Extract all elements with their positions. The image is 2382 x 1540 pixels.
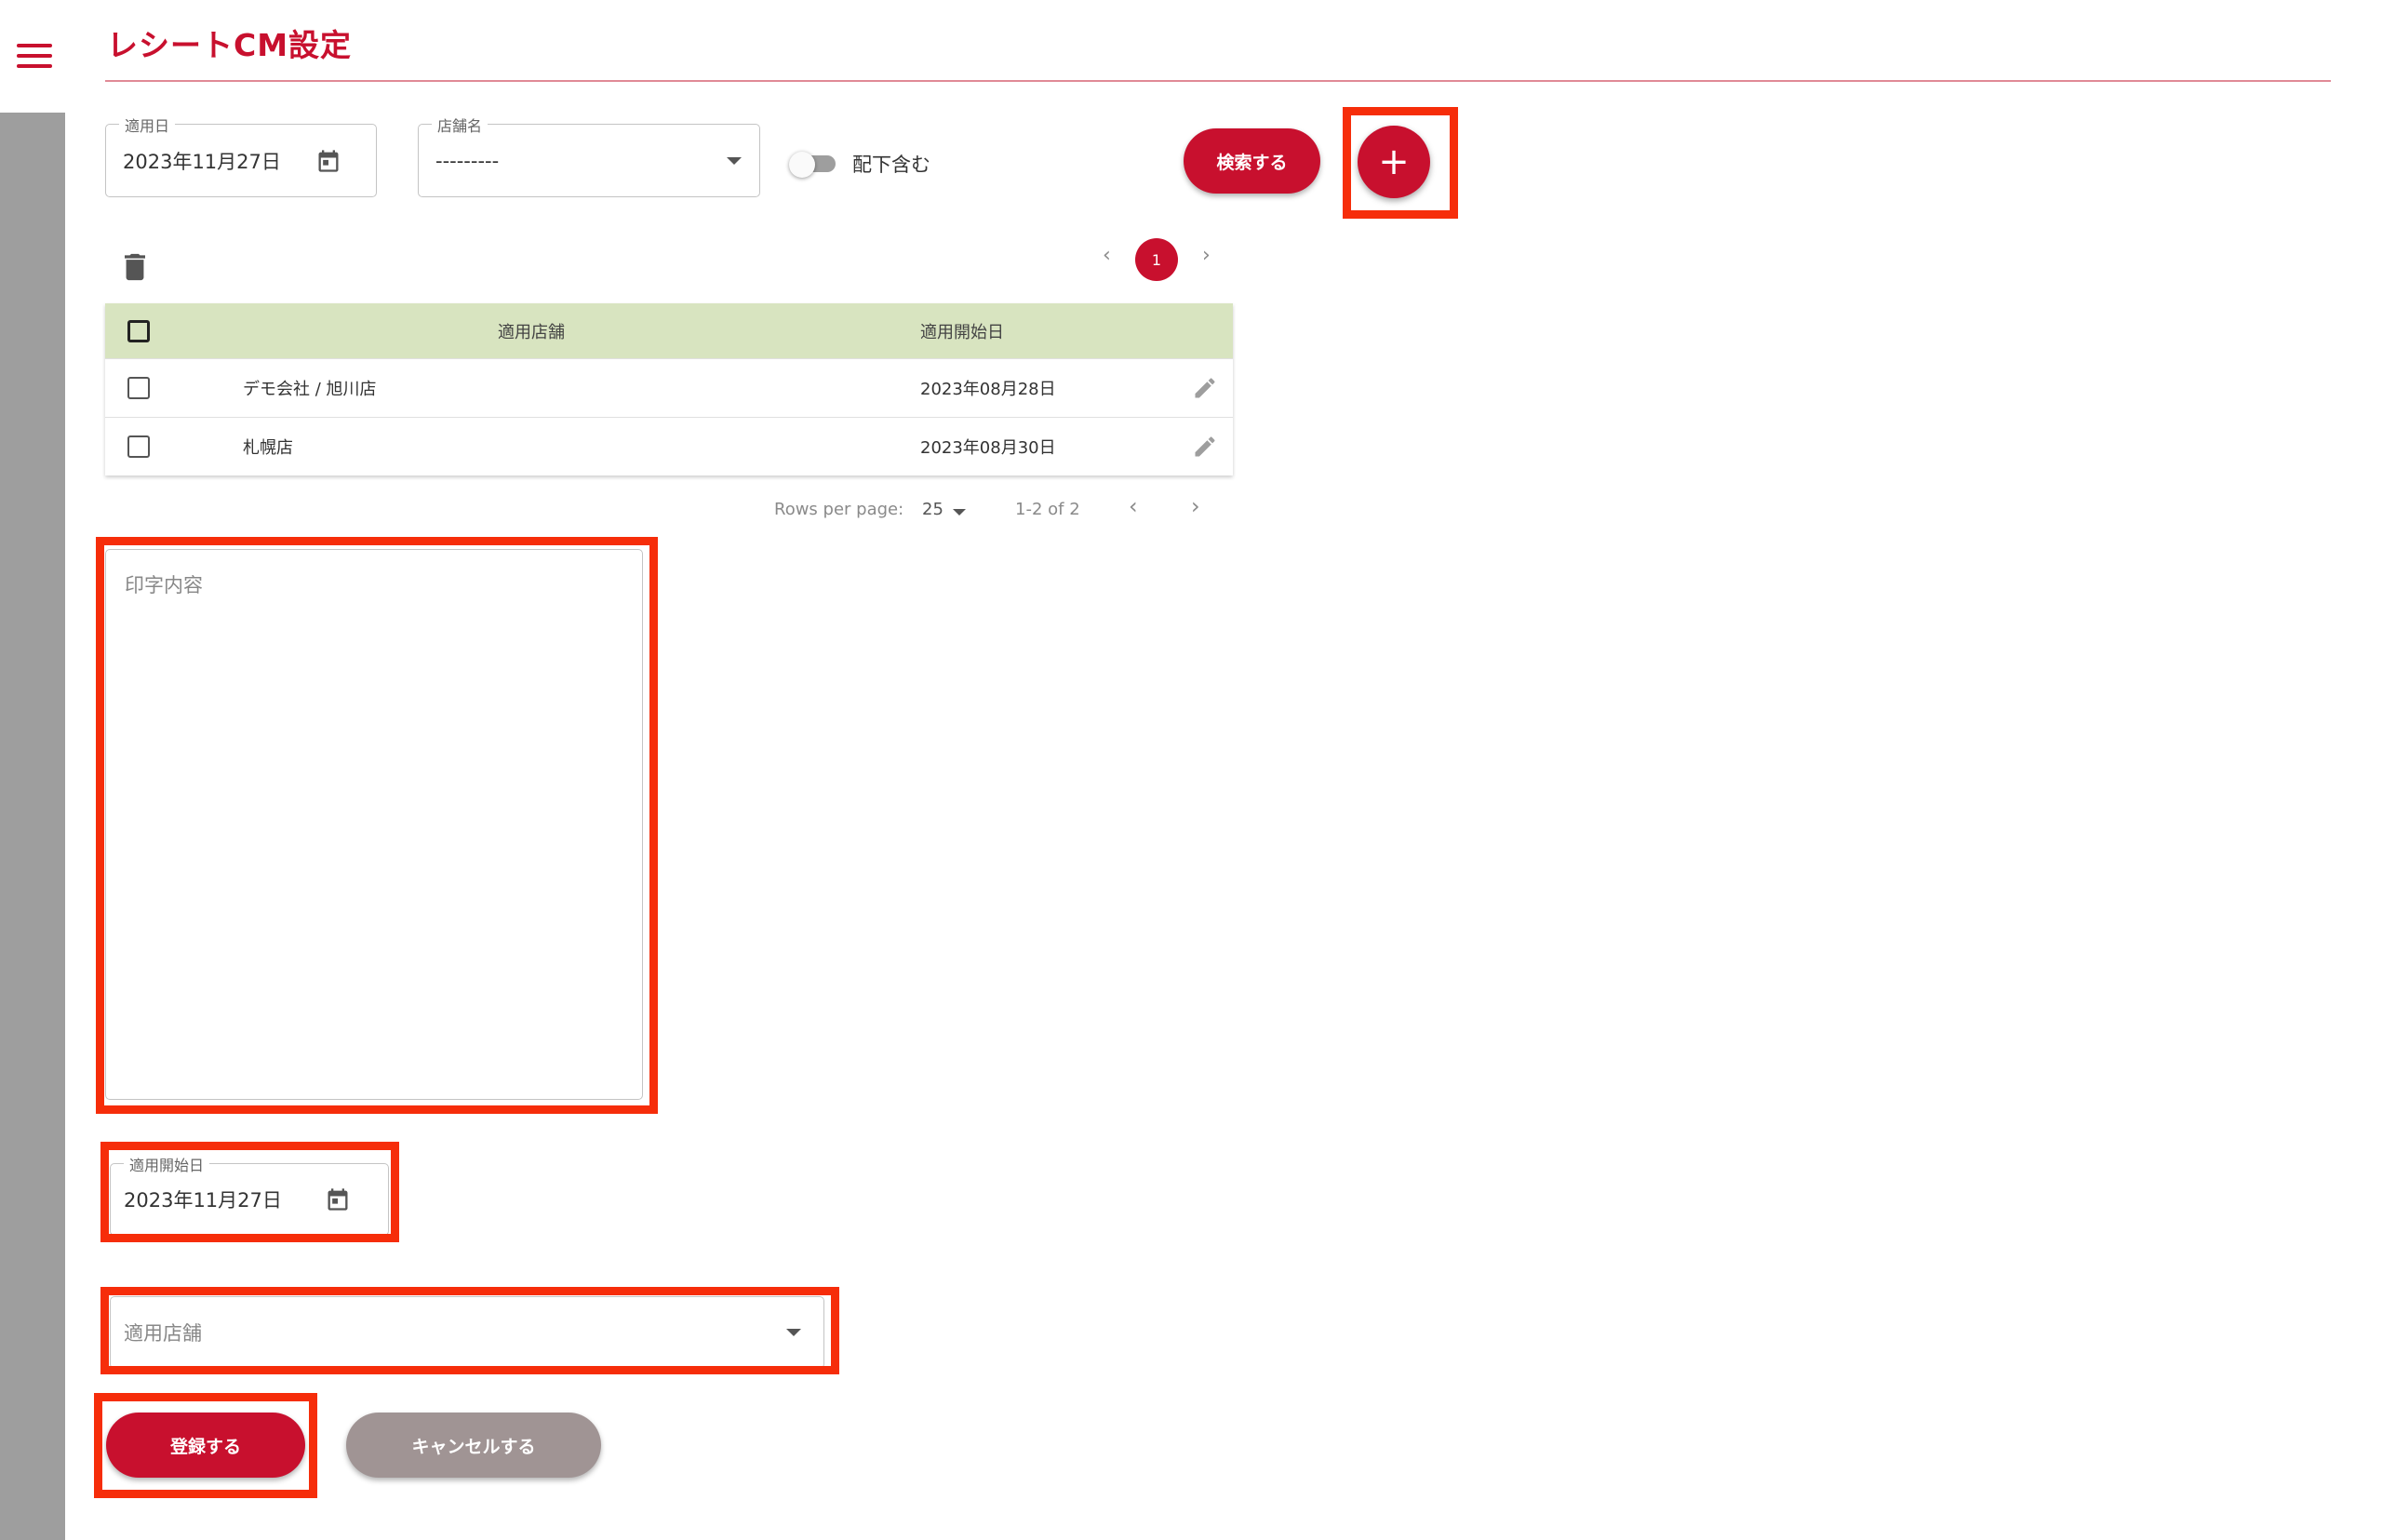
pager-next-icon[interactable]: › xyxy=(1202,244,1211,267)
row-checkbox[interactable] xyxy=(127,377,150,399)
search-button[interactable]: 検索する xyxy=(1184,128,1320,194)
rows-per-page-label: Rows per page: xyxy=(774,500,904,519)
filter-date-value: 2023年11月27日 xyxy=(123,150,281,173)
hamburger-menu-icon[interactable] xyxy=(17,42,52,70)
edit-pencil-icon[interactable] xyxy=(1192,434,1218,460)
highlight-print-content xyxy=(96,537,658,1114)
sidebar xyxy=(0,0,65,1540)
calendar-icon[interactable] xyxy=(315,147,341,175)
table-row[interactable]: 札幌店 2023年08月30日 xyxy=(105,417,1233,475)
pager-prev-icon[interactable]: ‹ xyxy=(1103,244,1111,267)
store-table: 適用店舗 適用開始日 デモ会社 / 旭川店 2023年08月28日 札幌店 20… xyxy=(105,303,1233,475)
title-divider xyxy=(105,80,2331,82)
cancel-button[interactable]: キャンセルする xyxy=(346,1413,601,1478)
column-header-start-date: 適用開始日 xyxy=(920,322,1004,342)
page-title: レシートCM設定 xyxy=(107,27,353,63)
rows-per-page-select[interactable]: 25 xyxy=(922,500,943,519)
highlight-register-button xyxy=(94,1393,317,1498)
filter-date-field[interactable]: 適用日 2023年11月27日 xyxy=(105,114,377,197)
row-start-date: 2023年08月30日 xyxy=(920,438,1056,458)
trash-icon[interactable] xyxy=(125,253,145,281)
include-subordinates-label: 配下含む xyxy=(852,154,930,176)
select-all-checkbox[interactable] xyxy=(127,319,150,342)
row-store: デモ会社 / 旭川店 xyxy=(243,380,377,399)
highlight-add-button xyxy=(1343,107,1458,219)
table-next-icon[interactable]: › xyxy=(1191,493,1200,519)
include-subordinates-toggle[interactable] xyxy=(789,152,837,178)
filter-store-label: 店舗名 xyxy=(432,114,488,136)
table-prev-icon[interactable]: ‹ xyxy=(1129,493,1138,519)
pager-page-1[interactable]: 1 xyxy=(1135,238,1178,281)
row-checkbox[interactable] xyxy=(127,435,150,458)
sidebar-header xyxy=(0,0,65,113)
chevron-down-icon xyxy=(727,156,742,165)
edit-pencil-icon[interactable] xyxy=(1192,375,1218,401)
pagination-range: 1-2 of 2 xyxy=(1015,500,1080,519)
highlight-start-date xyxy=(100,1142,399,1242)
table-row[interactable]: デモ会社 / 旭川店 2023年08月28日 xyxy=(105,358,1233,417)
rows-per-page-chevron-icon[interactable] xyxy=(953,509,966,516)
filter-store-value: --------- xyxy=(435,149,500,172)
filter-date-label: 適用日 xyxy=(119,114,176,136)
column-header-store: 適用店舗 xyxy=(498,322,565,342)
filter-store-select[interactable]: 店舗名 --------- xyxy=(418,114,760,197)
row-start-date: 2023年08月28日 xyxy=(920,380,1056,399)
row-store: 札幌店 xyxy=(243,438,293,458)
highlight-store-select xyxy=(100,1287,839,1374)
table-header: 適用店舗 適用開始日 xyxy=(105,303,1233,358)
